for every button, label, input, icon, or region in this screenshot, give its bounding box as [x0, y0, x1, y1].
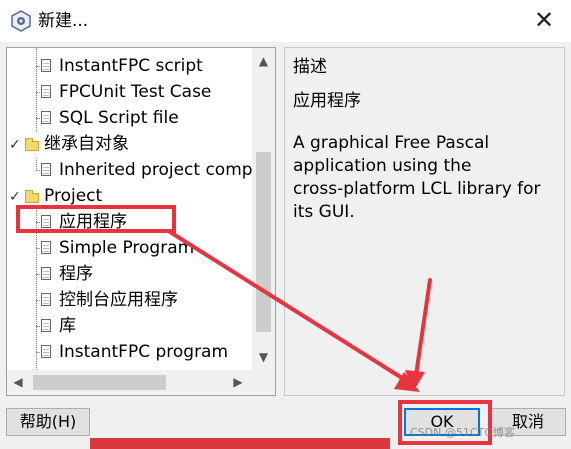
- scroll-down-icon[interactable]: ▼: [252, 346, 275, 368]
- tree-item-simple-program[interactable]: Simple Program: [59, 235, 194, 261]
- folder-icon: [25, 138, 39, 151]
- close-icon: ✕: [533, 6, 555, 34]
- document-icon: [41, 59, 51, 72]
- title-bar: 新建... ✕: [0, 0, 571, 42]
- template-tree-panel: InstantFPC script FPCUnit Test Case SQL …: [6, 47, 276, 396]
- tree-item-instantfpc-script[interactable]: InstantFPC script: [59, 53, 203, 79]
- tree-connector: [36, 48, 37, 132]
- tree-vertical-scrollbar[interactable]: ▲ ▼: [252, 48, 275, 370]
- scrollbar-corner: [252, 370, 275, 395]
- tree-item-instantfpc-program[interactable]: InstantFPC program: [59, 339, 228, 365]
- dialog-title: 新建...: [38, 11, 89, 31]
- tree-item-fpcunit-test-case[interactable]: FPCUnit Test Case: [59, 79, 211, 105]
- document-icon: [41, 319, 51, 332]
- tree-item-library[interactable]: 库: [59, 313, 76, 339]
- scroll-left-icon[interactable]: ◀: [7, 370, 29, 395]
- new-item-dialog: 新建... ✕ InstantFPC script FPCUnit Test C…: [0, 0, 571, 449]
- close-button[interactable]: ✕: [531, 8, 557, 34]
- template-tree[interactable]: InstantFPC script FPCUnit Test Case SQL …: [7, 48, 252, 370]
- document-icon: [41, 267, 51, 280]
- tree-connector: [36, 210, 37, 370]
- scroll-up-icon[interactable]: ▲: [252, 50, 275, 72]
- description-panel: 描述 应用程序 A graphical Free Pascal applicat…: [284, 47, 565, 396]
- tree-connector: [36, 158, 37, 169]
- description-item-name: 应用程序: [293, 91, 361, 111]
- tree-folder-inherited[interactable]: 继承自对象: [44, 131, 129, 157]
- chevron-down-icon[interactable]: ✓: [9, 138, 23, 152]
- horizontal-scroll-thumb[interactable]: [33, 375, 166, 390]
- description-text: A graphical Free Pascal application usin…: [293, 133, 541, 222]
- folder-icon: [25, 190, 39, 203]
- vertical-scroll-thumb[interactable]: [256, 152, 271, 332]
- tree-item-application[interactable]: 应用程序: [59, 209, 127, 235]
- help-button[interactable]: 帮助(H): [6, 408, 90, 436]
- document-icon: [41, 85, 51, 98]
- description-heading: 描述: [293, 57, 327, 77]
- scroll-right-icon[interactable]: ▶: [227, 370, 249, 395]
- lazarus-app-icon: [11, 10, 31, 32]
- document-icon: [41, 241, 51, 254]
- chevron-down-icon[interactable]: ✓: [9, 190, 23, 204]
- watermark: CSDN @51CTO博客: [410, 426, 515, 439]
- tree-item-inherited-project-component[interactable]: Inherited project comp: [59, 157, 252, 183]
- document-icon: [41, 215, 51, 228]
- document-icon: [41, 293, 51, 306]
- tree-horizontal-scrollbar[interactable]: ◀ ▶: [7, 370, 252, 395]
- document-icon: [41, 111, 51, 124]
- document-icon: [41, 163, 51, 176]
- tree-folder-project[interactable]: Project: [44, 183, 102, 209]
- tree-item-console-application[interactable]: 控制台应用程序: [59, 287, 178, 313]
- background-red-strip: [90, 438, 390, 449]
- tree-item-program[interactable]: 程序: [59, 261, 93, 287]
- document-icon: [41, 345, 51, 358]
- tree-item-sql-script-file[interactable]: SQL Script file: [59, 105, 179, 131]
